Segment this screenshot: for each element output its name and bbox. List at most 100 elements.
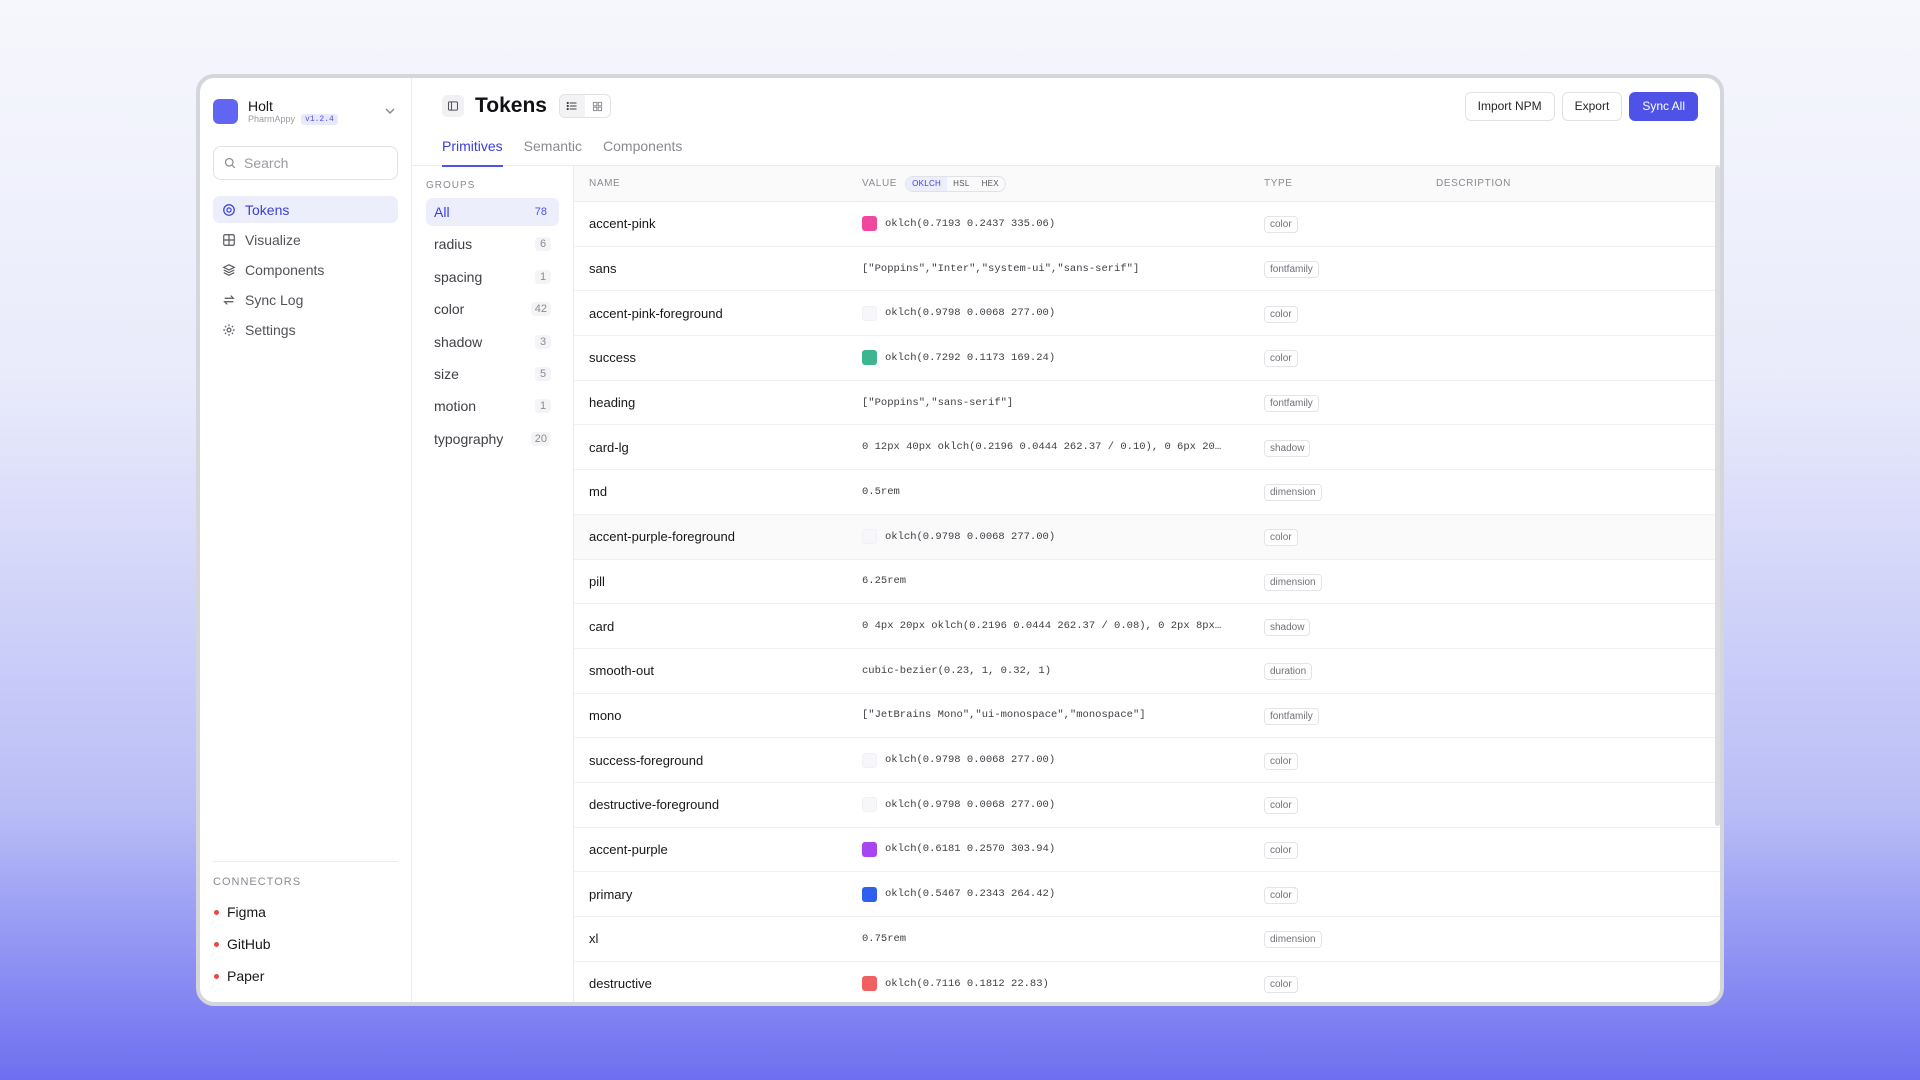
- table-header: NAME VALUE OKLCH HSL HEX TYPE DESCRIPTIO…: [574, 166, 1720, 202]
- table-row[interactable]: success oklch(0.7292 0.1173 169.24) color: [574, 336, 1720, 381]
- sidebar-item-components[interactable]: Components: [213, 256, 398, 283]
- sidebar-toggle-button[interactable]: [442, 95, 464, 117]
- tab-semantic[interactable]: Semantic: [524, 134, 582, 166]
- table-row[interactable]: destructive-foreground oklch(0.9798 0.006…: [574, 783, 1720, 828]
- group-item-motion[interactable]: motion 1: [426, 392, 559, 420]
- token-value: ["Poppins","sans-serif"]: [862, 397, 1264, 409]
- type-badge: color: [1264, 529, 1298, 547]
- grid-view-button[interactable]: [585, 95, 610, 117]
- table-row[interactable]: heading ["Poppins","sans-serif"] fontfamil…: [574, 381, 1720, 426]
- sidebar-item-tokens[interactable]: Tokens: [213, 196, 398, 223]
- tab-primitives[interactable]: Primitives: [442, 134, 503, 167]
- table-row[interactable]: card-lg 0 12px 40px oklch(0.2196 0.0444 2…: [574, 425, 1720, 471]
- group-count: 6: [535, 237, 551, 252]
- type-badge: fontfamily: [1264, 395, 1319, 413]
- workspace-switcher[interactable]: Holt PharmAppy v1.2.4: [213, 96, 398, 126]
- table-row[interactable]: mono ["JetBrains Mono","ui-monospace","mo…: [574, 694, 1720, 739]
- table-row[interactable]: destructive oklch(0.7116 0.1812 22.83) col…: [574, 962, 1720, 1002]
- token-value: ["JetBrains Mono","ui-monospace","monosp…: [862, 709, 1264, 721]
- workspace-name: Holt: [248, 97, 273, 114]
- table-row[interactable]: card 0 4px 20px oklch(0.2196 0.0444 262.3…: [574, 604, 1720, 649]
- group-item-size[interactable]: size 5: [426, 360, 559, 388]
- table-row[interactable]: accent-purple-foreground oklch(0.9798 0.0…: [574, 514, 1720, 560]
- token-name: destructive: [589, 976, 652, 992]
- table-body: accent-pink oklch(0.7193 0.2437 335.06) co…: [574, 202, 1720, 1002]
- token-name: accent-purple: [589, 841, 668, 857]
- sidebar-panel-icon: [447, 101, 459, 111]
- format-toggle: OKLCH HSL HEX: [905, 175, 1006, 192]
- column-header-type[interactable]: TYPE: [1264, 178, 1436, 189]
- token-type: dimension: [1264, 572, 1436, 591]
- sidebar-nav: Tokens Visualize Components Sync Log Set…: [213, 196, 398, 343]
- token-value: 0.75rem: [862, 933, 1264, 945]
- connector-github[interactable]: GitHub: [213, 928, 398, 960]
- token-name: mono: [589, 707, 622, 723]
- token-type: dimension: [1264, 482, 1436, 502]
- token-value-text: 0 12px 40px oklch(0.2196 0.0444 262.37 /…: [862, 441, 1222, 454]
- chevron-down-icon[interactable]: [382, 103, 398, 119]
- column-header-description[interactable]: DESCRIPTION: [1436, 178, 1720, 189]
- content-body: GROUPS All 78 radius 6 spacing 1 color 42 shadow…: [412, 166, 1720, 1002]
- table-row[interactable]: xl 0.75rem dimension: [574, 917, 1720, 962]
- import-npm-button[interactable]: Import NPM: [1464, 91, 1555, 121]
- group-item-typography[interactable]: typography 20: [426, 425, 559, 453]
- sidebar: Holt PharmAppy v1.2.4 Tokens Visualize: [200, 78, 412, 1002]
- token-name: card: [589, 618, 615, 634]
- table-row[interactable]: primary oklch(0.5467 0.2343 264.42) color: [574, 872, 1720, 917]
- search-box[interactable]: [213, 146, 398, 180]
- sidebar-item-visualize[interactable]: Visualize: [213, 226, 398, 253]
- token-value-text: oklch(0.7193 0.2437 335.06): [885, 217, 1056, 230]
- token-type: color: [1264, 751, 1436, 770]
- type-badge: color: [1264, 216, 1298, 234]
- sidebar-item-settings[interactable]: Settings: [213, 316, 398, 343]
- table-row[interactable]: success-foreground oklch(0.9798 0.0068 27…: [574, 738, 1720, 783]
- column-header-name[interactable]: NAME: [574, 178, 862, 189]
- token-value-text: ["Poppins","sans-serif"]: [862, 396, 1014, 409]
- token-value: oklch(0.7292 0.1173 169.24): [862, 350, 1264, 366]
- format-hex[interactable]: HEX: [976, 177, 1005, 191]
- table-row[interactable]: md 0.5rem dimension: [574, 470, 1720, 515]
- group-count: 5: [535, 366, 551, 381]
- list-view-button[interactable]: [559, 95, 585, 117]
- table-row[interactable]: accent-pink-foreground oklch(0.9798 0.006…: [574, 291, 1720, 337]
- format-oklch[interactable]: OKLCH: [906, 176, 948, 191]
- group-label: color: [434, 301, 465, 318]
- format-hsl[interactable]: HSL: [947, 177, 975, 191]
- type-badge: dimension: [1264, 484, 1322, 502]
- group-item-shadow[interactable]: shadow 3: [426, 328, 559, 356]
- column-header-value-label[interactable]: VALUE: [862, 178, 897, 189]
- grid-icon: [223, 233, 235, 246]
- version-badge: v1.2.4: [301, 113, 338, 125]
- tabs: Primitives Semantic Components: [412, 134, 1720, 167]
- group-item-spacing[interactable]: spacing 1: [426, 263, 559, 291]
- export-button[interactable]: Export: [1561, 91, 1623, 121]
- tab-components[interactable]: Components: [603, 134, 682, 166]
- table-row[interactable]: sans ["Poppins","Inter","system-ui","sans…: [574, 247, 1720, 292]
- connectors-section: CONNECTORS Figma GitHub Paper: [213, 861, 398, 1002]
- table-row[interactable]: smooth-out cubic-bezier(0.23, 1, 0.32, 1)…: [574, 649, 1720, 694]
- token-type: color: [1264, 527, 1436, 547]
- connector-paper[interactable]: Paper: [213, 960, 398, 992]
- table-row[interactable]: pill 6.25rem dimension: [574, 560, 1720, 605]
- connector-figma[interactable]: Figma: [213, 896, 398, 928]
- color-swatch: [862, 841, 877, 857]
- scrollbar[interactable]: [1715, 166, 1720, 826]
- token-name: card-lg: [589, 439, 629, 455]
- table-row[interactable]: accent-pink oklch(0.7193 0.2437 335.06) co…: [574, 202, 1720, 247]
- group-item-color[interactable]: color 42: [426, 295, 559, 323]
- token-name: destructive-foreground: [589, 797, 720, 813]
- sidebar-item-sync-log[interactable]: Sync Log: [213, 286, 398, 313]
- token-value-text: oklch(0.9798 0.0068 277.00): [885, 798, 1056, 811]
- token-value: 0 12px 40px oklch(0.2196 0.0444 262.37 /…: [862, 441, 1264, 453]
- group-label: All: [434, 204, 450, 220]
- token-type: color: [1264, 348, 1436, 368]
- token-type: color: [1264, 974, 1436, 994]
- table-row[interactable]: accent-purple oklch(0.6181 0.2570 303.94)…: [574, 828, 1720, 873]
- sync-all-button[interactable]: Sync All: [1629, 91, 1698, 121]
- workspace-subtitle: PharmAppy v1.2.4: [248, 113, 382, 125]
- group-item-All[interactable]: All 78: [426, 198, 559, 226]
- status-dot: [214, 941, 219, 947]
- group-item-radius[interactable]: radius 6: [426, 230, 559, 258]
- search-input[interactable]: [244, 155, 384, 171]
